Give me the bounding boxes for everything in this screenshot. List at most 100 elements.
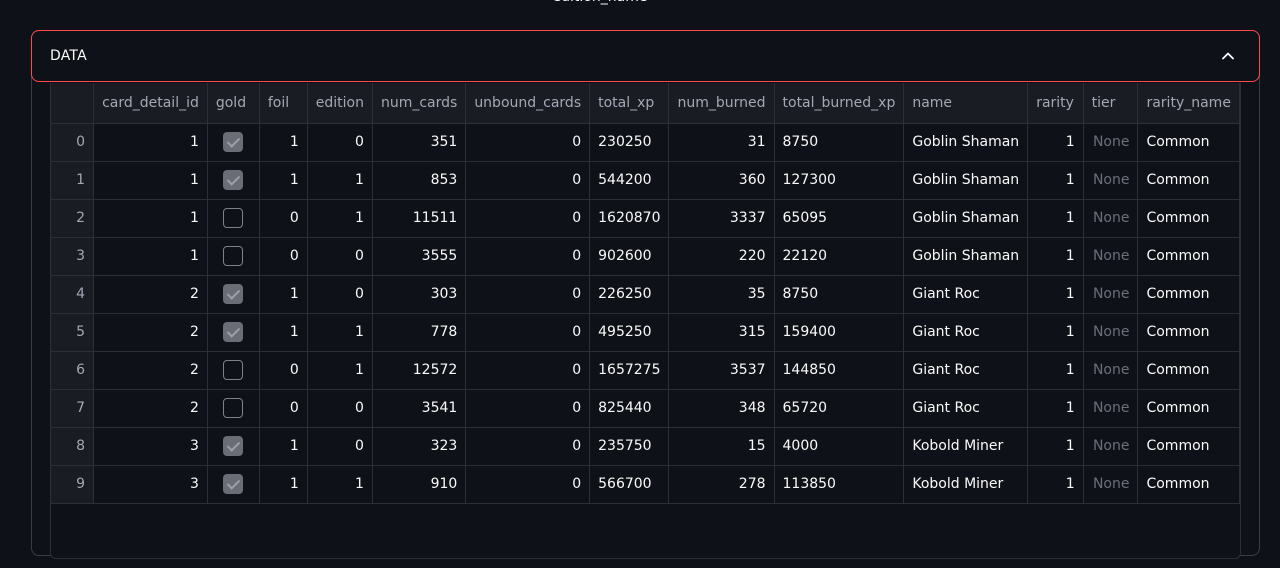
cell-rarity-name[interactable]: Common [1137, 389, 1240, 428]
column-header-foil[interactable]: foil [259, 83, 308, 124]
column-header-gold[interactable]: gold [207, 83, 260, 124]
cell-total-burned-xp[interactable]: 4000 [774, 427, 905, 466]
column-header-total-burned-xp[interactable]: total_burned_xp [774, 83, 905, 124]
cell-unbound-cards[interactable]: 0 [465, 313, 591, 352]
cell-unbound-cards[interactable]: 0 [465, 123, 591, 162]
cell-foil[interactable]: 1 [259, 123, 308, 162]
cell-rarity[interactable]: 1 [1027, 275, 1084, 314]
cell-total-burned-xp[interactable]: 65095 [774, 199, 905, 238]
cell-total-xp[interactable]: 902600 [589, 237, 670, 276]
tier-cell[interactable]: None [1083, 427, 1139, 466]
cell-total-burned-xp[interactable]: 159400 [774, 313, 905, 352]
column-header-num-burned[interactable]: num_burned [668, 83, 775, 124]
gold-cell[interactable] [207, 237, 260, 276]
cell-rarity-name[interactable]: Common [1137, 161, 1240, 200]
cell-edition[interactable]: 1 [307, 465, 373, 504]
cell-total-xp[interactable]: 235750 [589, 427, 670, 466]
cell-unbound-cards[interactable]: 0 [465, 199, 591, 238]
row-index[interactable]: 7 [51, 389, 95, 428]
index-header[interactable] [51, 83, 95, 124]
cell-num-burned[interactable]: 35 [668, 275, 775, 314]
cell-num-burned[interactable]: 220 [668, 237, 775, 276]
cell-total-burned-xp[interactable]: 144850 [774, 351, 905, 390]
cell-num-burned[interactable]: 278 [668, 465, 775, 504]
cell-unbound-cards[interactable]: 0 [465, 389, 591, 428]
cell-name[interactable]: Giant Roc [903, 351, 1029, 390]
cell-unbound-cards[interactable]: 0 [465, 427, 591, 466]
dataframe[interactable]: card_detail_id gold foil edition num_cards un… [50, 83, 1241, 559]
cell-num-cards[interactable]: 12572 [372, 351, 467, 390]
row-index[interactable]: 6 [51, 351, 95, 390]
cell-total-xp[interactable]: 1620870 [589, 199, 670, 238]
cell-num-cards[interactable]: 3541 [372, 389, 467, 428]
row-index[interactable]: 8 [51, 427, 95, 466]
cell-card-detail-id[interactable]: 2 [93, 275, 208, 314]
cell-num-burned[interactable]: 360 [668, 161, 775, 200]
cell-num-burned[interactable]: 31 [668, 123, 775, 162]
cell-card-detail-id[interactable]: 3 [93, 465, 208, 504]
cell-unbound-cards[interactable]: 0 [465, 465, 591, 504]
cell-card-detail-id[interactable]: 1 [93, 123, 208, 162]
cell-edition[interactable]: 0 [307, 123, 373, 162]
cell-card-detail-id[interactable]: 2 [93, 351, 208, 390]
cell-num-burned[interactable]: 3337 [668, 199, 775, 238]
gold-cell[interactable] [207, 199, 260, 238]
cell-total-burned-xp[interactable]: 65720 [774, 389, 905, 428]
cell-edition[interactable]: 1 [307, 199, 373, 238]
cell-num-burned[interactable]: 315 [668, 313, 775, 352]
cell-total-burned-xp[interactable]: 8750 [774, 275, 905, 314]
gold-cell[interactable] [207, 465, 260, 504]
cell-total-xp[interactable]: 1657275 [589, 351, 670, 390]
cell-edition[interactable]: 1 [307, 313, 373, 352]
cell-unbound-cards[interactable]: 0 [465, 275, 591, 314]
row-index[interactable]: 1 [51, 161, 95, 200]
cell-num-cards[interactable]: 910 [372, 465, 467, 504]
cell-rarity[interactable]: 1 [1027, 123, 1084, 162]
cell-total-xp[interactable]: 226250 [589, 275, 670, 314]
cell-rarity[interactable]: 1 [1027, 313, 1084, 352]
cell-rarity[interactable]: 1 [1027, 427, 1084, 466]
gold-cell[interactable] [207, 427, 260, 466]
tier-cell[interactable]: None [1083, 161, 1139, 200]
cell-total-xp[interactable]: 825440 [589, 389, 670, 428]
cell-rarity[interactable]: 1 [1027, 161, 1084, 200]
column-header-rarity[interactable]: rarity [1027, 83, 1084, 124]
cell-name[interactable]: Goblin Shaman [903, 237, 1029, 276]
cell-rarity-name[interactable]: Common [1137, 351, 1240, 390]
tier-cell[interactable]: None [1083, 199, 1139, 238]
tier-cell[interactable]: None [1083, 313, 1139, 352]
cell-foil[interactable]: 1 [259, 275, 308, 314]
cell-num-cards[interactable]: 323 [372, 427, 467, 466]
cell-name[interactable]: Kobold Miner [903, 427, 1029, 466]
cell-rarity-name[interactable]: Common [1137, 275, 1240, 314]
cell-edition[interactable]: 0 [307, 389, 373, 428]
cell-name[interactable]: Giant Roc [903, 275, 1029, 314]
cell-num-cards[interactable]: 778 [372, 313, 467, 352]
row-index[interactable]: 9 [51, 465, 95, 504]
tier-cell[interactable]: None [1083, 275, 1139, 314]
cell-num-cards[interactable]: 3555 [372, 237, 467, 276]
column-header-card-detail-id[interactable]: card_detail_id [93, 83, 208, 124]
gold-cell[interactable] [207, 275, 260, 314]
cell-rarity-name[interactable]: Common [1137, 199, 1240, 238]
cell-card-detail-id[interactable]: 3 [93, 427, 208, 466]
cell-name[interactable]: Giant Roc [903, 389, 1029, 428]
cell-name[interactable]: Goblin Shaman [903, 161, 1029, 200]
cell-foil[interactable]: 1 [259, 427, 308, 466]
cell-total-xp[interactable]: 495250 [589, 313, 670, 352]
cell-unbound-cards[interactable]: 0 [465, 161, 591, 200]
cell-foil[interactable]: 0 [259, 351, 308, 390]
cell-card-detail-id[interactable]: 1 [93, 237, 208, 276]
cell-total-burned-xp[interactable]: 127300 [774, 161, 905, 200]
cell-card-detail-id[interactable]: 2 [93, 389, 208, 428]
cell-unbound-cards[interactable]: 0 [465, 237, 591, 276]
gold-cell[interactable] [207, 351, 260, 390]
gold-cell[interactable] [207, 389, 260, 428]
cell-foil[interactable]: 1 [259, 313, 308, 352]
gold-cell[interactable] [207, 161, 260, 200]
cell-rarity[interactable]: 1 [1027, 465, 1084, 504]
cell-edition[interactable]: 0 [307, 237, 373, 276]
cell-rarity-name[interactable]: Common [1137, 313, 1240, 352]
cell-edition[interactable]: 0 [307, 275, 373, 314]
cell-foil[interactable]: 1 [259, 465, 308, 504]
